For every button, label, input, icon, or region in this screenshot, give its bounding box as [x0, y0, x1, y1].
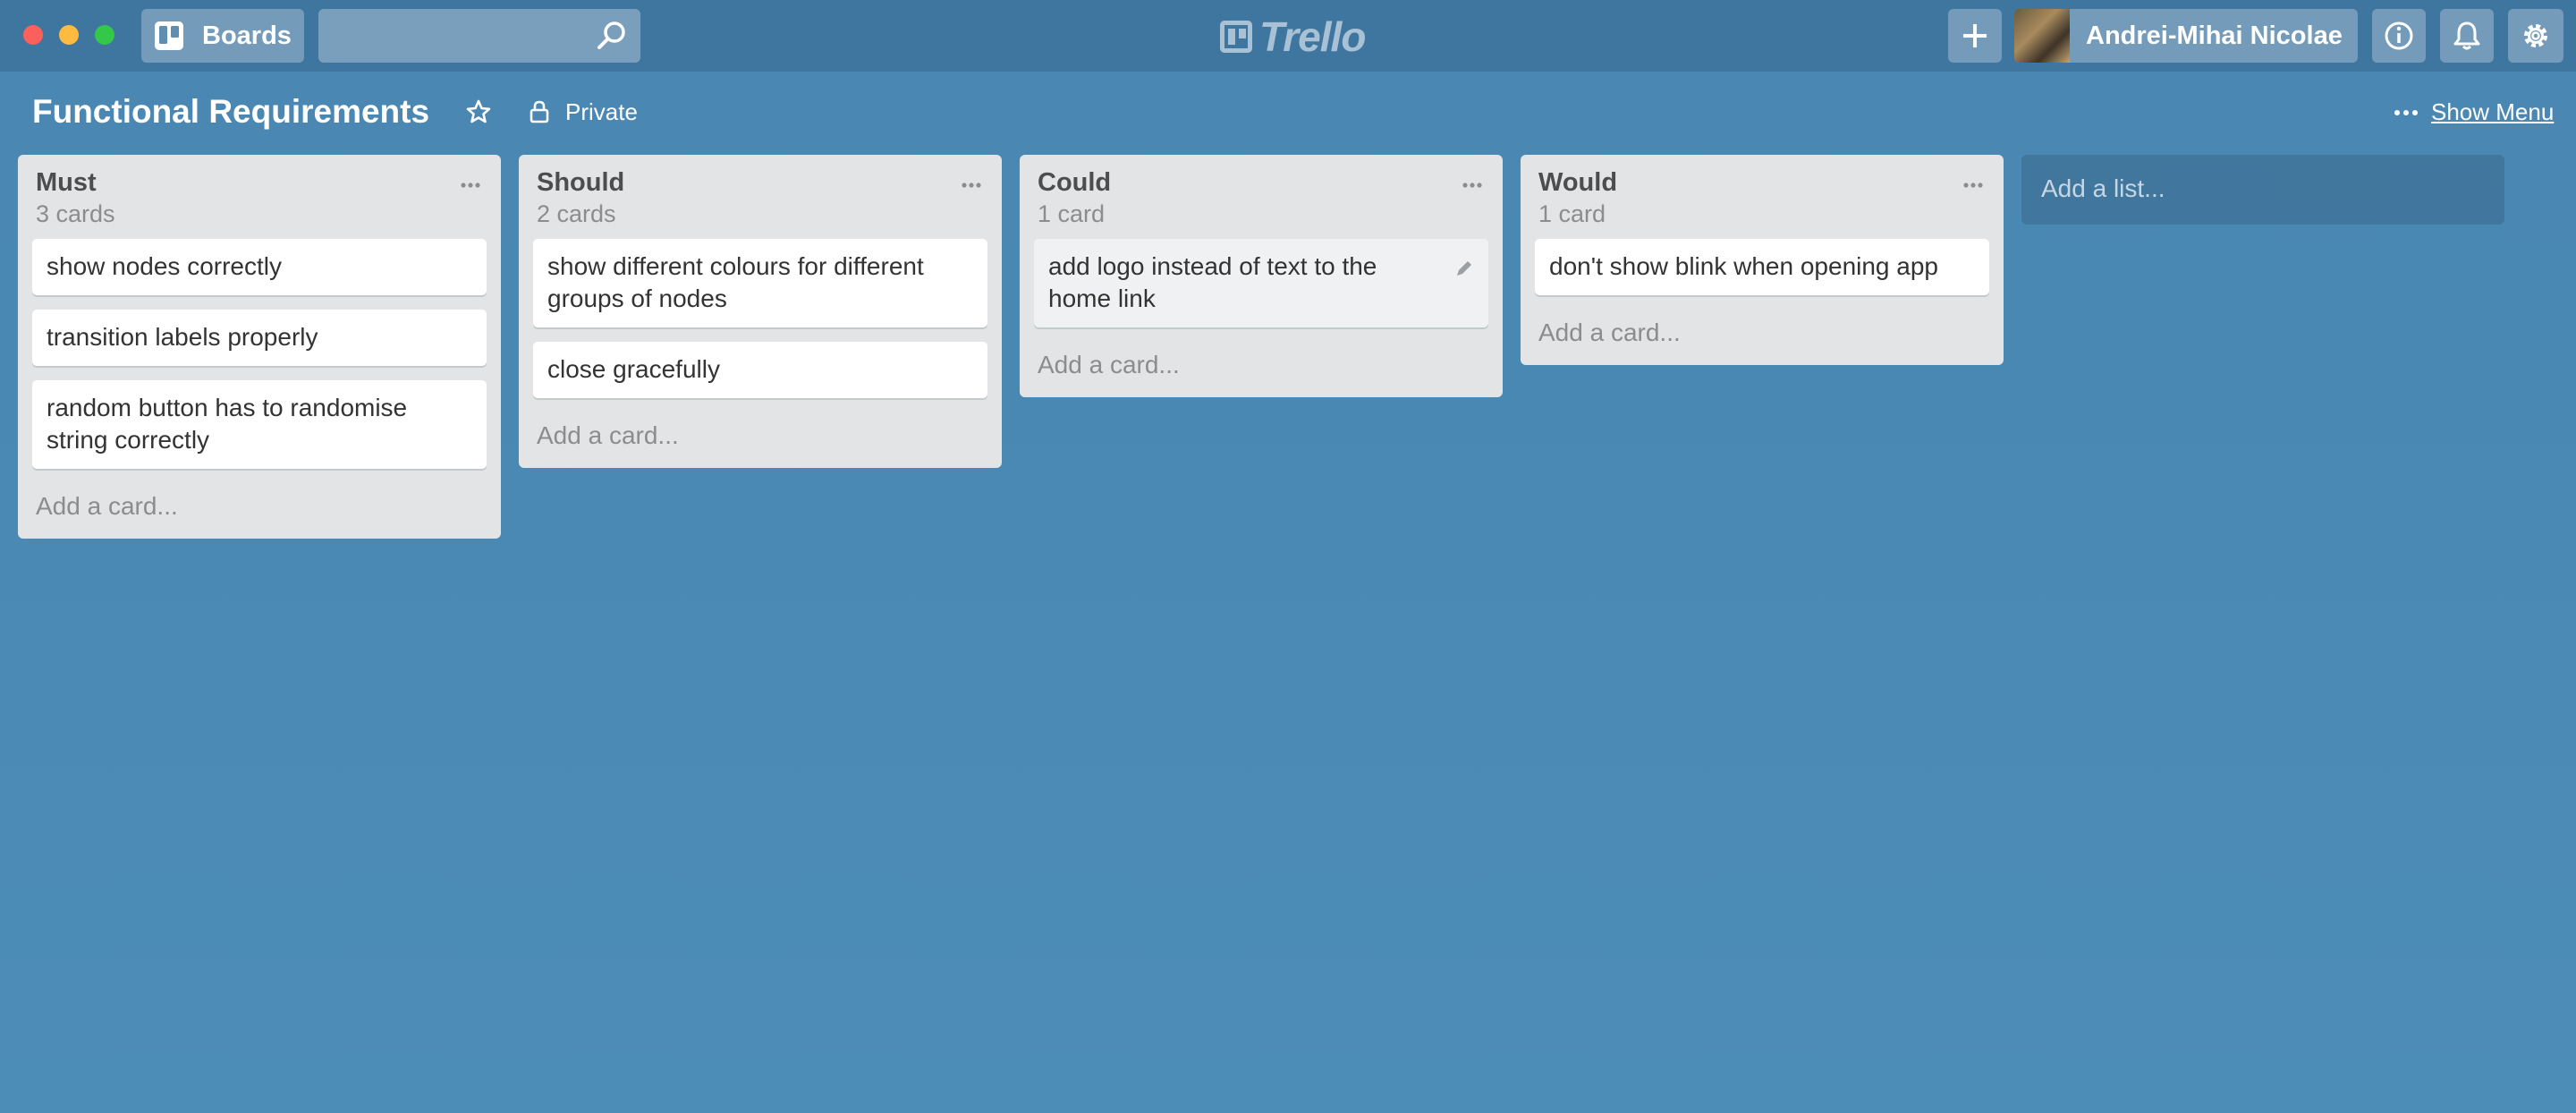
add-card-button[interactable]: Add a card...	[1521, 310, 2004, 365]
card-title: show nodes correctly	[47, 252, 283, 280]
card[interactable]: add logo instead of text to the home lin…	[1034, 239, 1488, 327]
list-title[interactable]: Would	[1538, 166, 1617, 200]
list-card-count: 3 cards	[36, 200, 115, 227]
pencil-icon[interactable]	[1454, 259, 1474, 278]
show-menu-link[interactable]: Show Menu	[2431, 97, 2554, 127]
card-title: add logo instead of text to the home lin…	[1048, 252, 1377, 312]
user-menu-button[interactable]: Andrei-Mihai Nicolae	[2014, 9, 2358, 63]
add-button[interactable]	[1948, 9, 2002, 63]
card-title: close gracefully	[547, 355, 720, 383]
list-header: Should 2 cards	[519, 155, 1002, 235]
boards-icon	[155, 21, 183, 50]
list-card-count: 2 cards	[537, 200, 616, 227]
board-title[interactable]: Functional Requirements	[32, 89, 429, 134]
list-could: Could 1 card add logo instead of text to…	[1020, 155, 1503, 397]
card[interactable]: random button has to randomise string co…	[32, 380, 487, 469]
avatar	[2014, 9, 2070, 63]
top-bar: Boards Trello Andrei-Mihai Nicolae	[0, 0, 2576, 72]
card[interactable]: close gracefully	[533, 342, 987, 398]
list-header: Could 1 card	[1020, 155, 1503, 235]
bell-icon	[2453, 21, 2480, 50]
boards-label: Boards	[202, 21, 292, 50]
info-icon	[2385, 21, 2413, 50]
list-card-count: 1 card	[1038, 200, 1106, 227]
card-list: show nodes correctly transition labels p…	[18, 235, 501, 469]
card-title: random button has to randomise string co…	[47, 394, 408, 454]
list-header: Would 1 card	[1521, 155, 2004, 235]
card[interactable]: show different colours for different gro…	[533, 239, 987, 327]
window-zoom-button[interactable]	[95, 25, 114, 45]
window-close-button[interactable]	[23, 25, 43, 45]
card-list: show different colours for different gro…	[519, 235, 1002, 398]
search-icon[interactable]	[596, 20, 628, 52]
list-title[interactable]: Could	[1038, 166, 1111, 200]
list-header: Must 3 cards	[18, 155, 501, 235]
add-card-button[interactable]: Add a card...	[519, 412, 1002, 468]
add-list-button[interactable]: Add a list...	[2021, 155, 2504, 225]
card-list: add logo instead of text to the home lin…	[1020, 235, 1503, 327]
privacy-button[interactable]: Private	[565, 97, 638, 127]
list-title[interactable]: Should	[537, 166, 624, 200]
list-menu-icon[interactable]	[1462, 182, 1483, 189]
plus-icon	[1963, 24, 1987, 47]
trello-logo-text: Trello	[1259, 13, 1366, 60]
window-minimize-button[interactable]	[59, 25, 79, 45]
add-card-button[interactable]: Add a card...	[18, 483, 501, 539]
list-card-count: 1 card	[1538, 200, 1606, 227]
trello-logo[interactable]: Trello	[1220, 13, 1366, 60]
card-list: don't show blink when opening app	[1521, 235, 2004, 295]
list-would: Would 1 card don't show blink when openi…	[1521, 155, 2004, 365]
card-title: show different colours for different gro…	[547, 252, 924, 312]
settings-button[interactable]	[2508, 9, 2563, 63]
search-input[interactable]	[318, 9, 640, 63]
card-title: don't show blink when opening app	[1549, 252, 1938, 280]
boards-button[interactable]: Boards	[141, 9, 304, 63]
info-button[interactable]	[2372, 9, 2426, 63]
user-name: Andrei-Mihai Nicolae	[2086, 21, 2343, 50]
add-card-button[interactable]: Add a card...	[1020, 342, 1503, 397]
card-title: transition labels properly	[47, 323, 318, 351]
list-should: Should 2 cards show different colours fo…	[519, 155, 1002, 468]
notifications-button[interactable]	[2440, 9, 2494, 63]
card[interactable]: show nodes correctly	[32, 239, 487, 295]
card[interactable]: don't show blink when opening app	[1535, 239, 1989, 295]
list-menu-icon[interactable]	[961, 182, 982, 189]
list-title[interactable]: Must	[36, 166, 97, 200]
card[interactable]: transition labels properly	[32, 310, 487, 366]
lock-icon	[530, 100, 549, 123]
star-icon[interactable]	[465, 98, 492, 125]
list-menu-icon[interactable]	[460, 182, 481, 189]
more-icon[interactable]	[2394, 108, 2419, 117]
list-must: Must 3 cards show nodes correctly transi…	[18, 155, 501, 539]
list-menu-icon[interactable]	[1962, 182, 1984, 189]
trello-logo-icon	[1220, 21, 1252, 53]
gear-icon	[2524, 24, 2547, 47]
